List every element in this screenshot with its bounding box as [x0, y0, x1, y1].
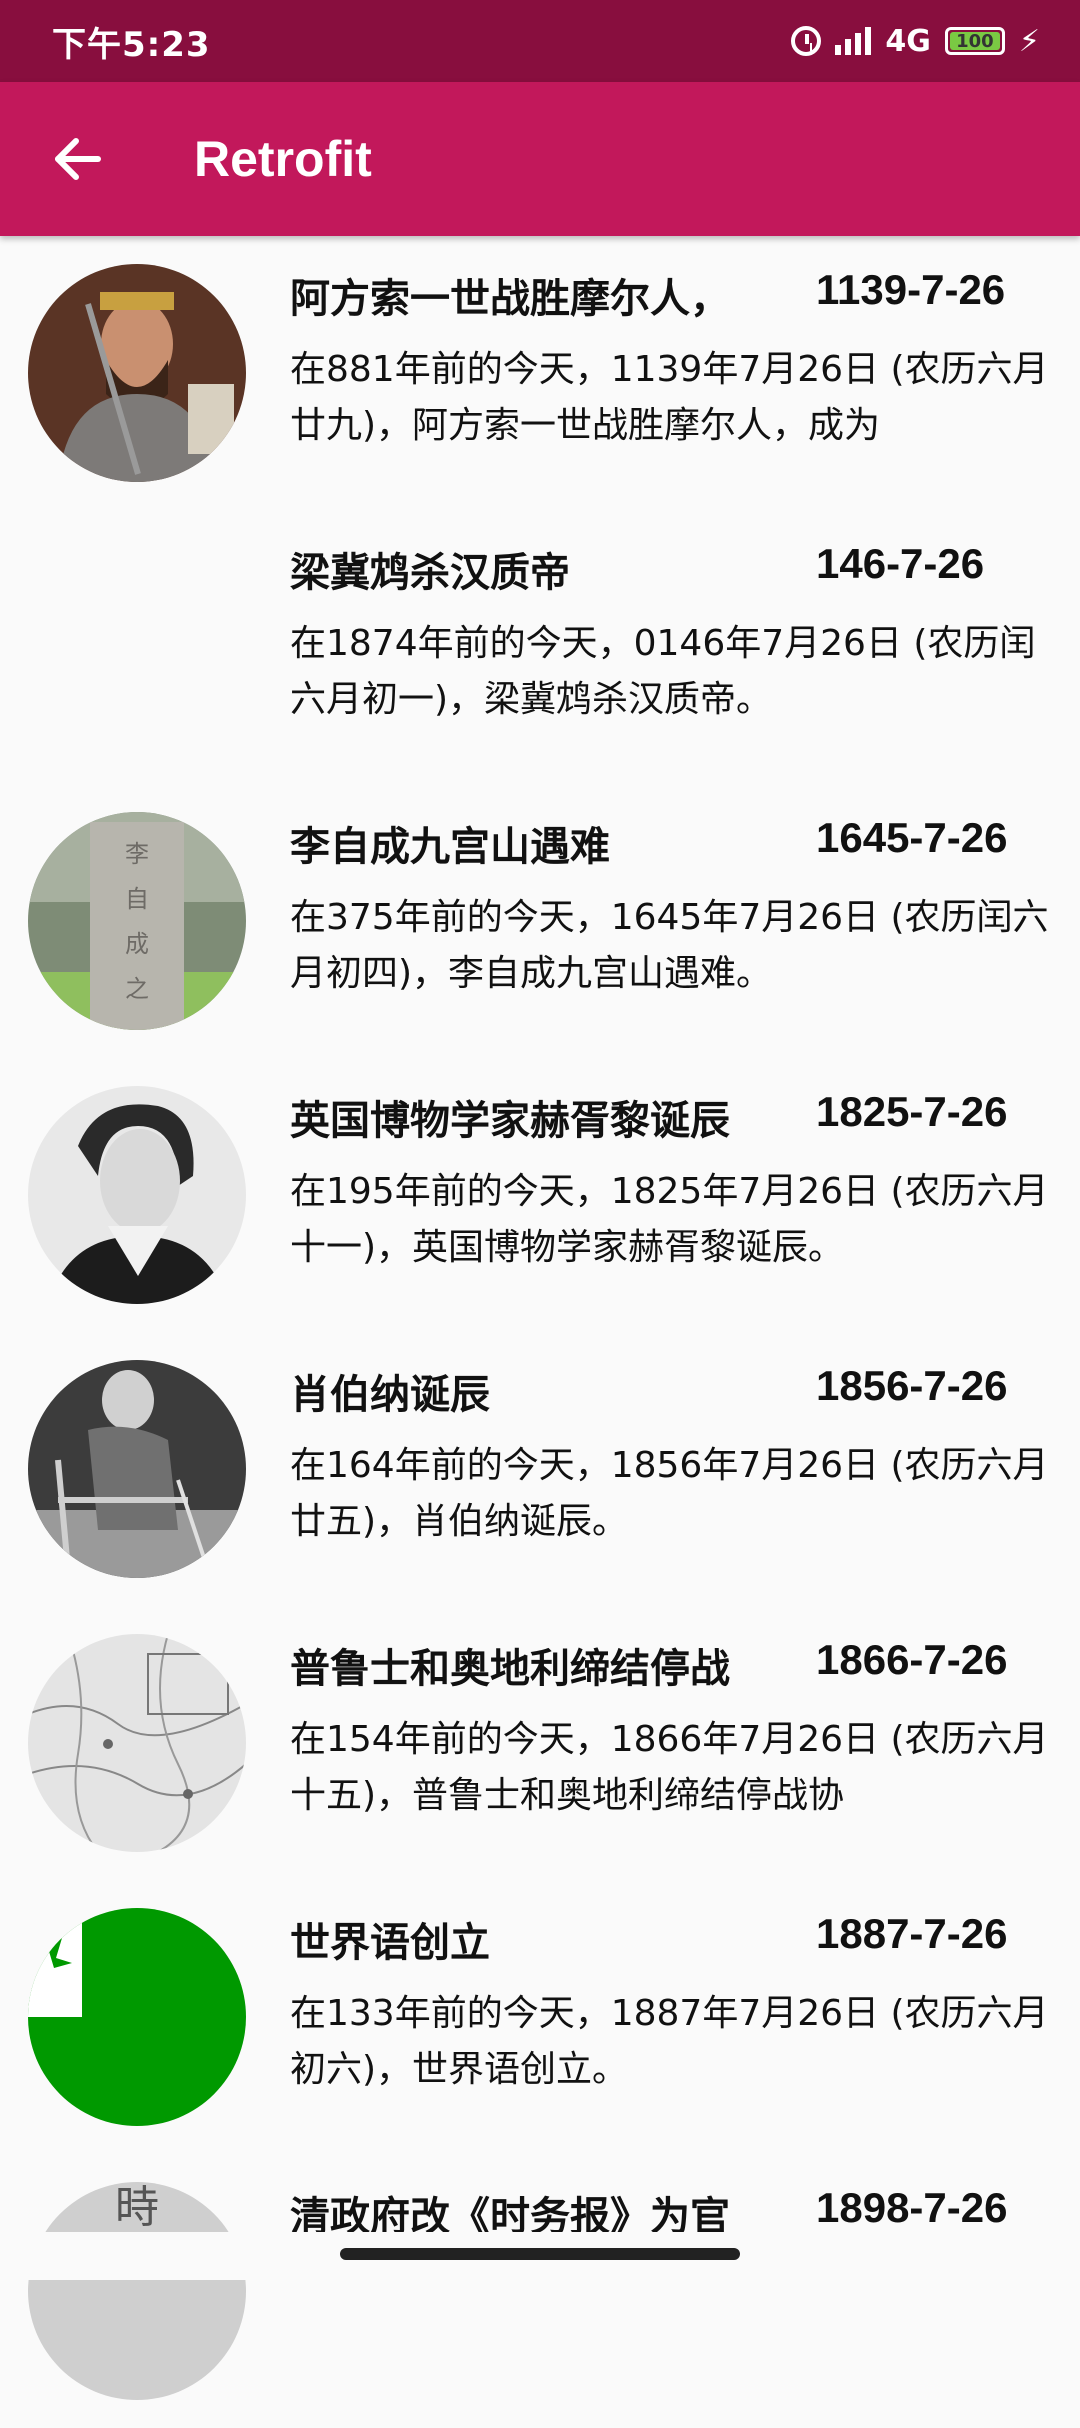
armored-king-portrait [28, 264, 246, 482]
item-date: 1856-7-26 [816, 1362, 1008, 1409]
alarm-icon [791, 26, 822, 56]
svg-text:李: 李 [125, 840, 149, 868]
list-item[interactable]: 李 自 成 之 李自成九宫山遇难 1645-7-26 在375年前的今天，164… [0, 784, 1080, 1058]
list-item[interactable]: 世界语创立 1887-7-26 在133年前的今天，1887年7月26日 (农历… [0, 1880, 1080, 2154]
item-date: 1645-7-26 [816, 814, 1008, 861]
item-description: 在375年前的今天，1645年7月26日 (农历闰六月初四)，李自成九宫山遇难。 [290, 897, 1049, 994]
list-item[interactable]: 英国博物学家赫胥黎诞辰 1825-7-26 在195年前的今天，1825年7月2… [0, 1058, 1080, 1332]
page-title: Retrofit [194, 131, 372, 187]
battery-level: 100 [956, 30, 994, 52]
item-description: 在195年前的今天，1825年7月26日 (农历六月十一)，英国博物学家赫胥黎诞… [290, 1171, 1049, 1268]
signal-icon [835, 27, 872, 55]
old-map [28, 1634, 246, 1852]
battery-icon: 100 [944, 27, 1005, 55]
history-list: 阿方索一世战胜摩尔人， 1139-7-26 在881年前的今天，1139年7月2… [0, 236, 1080, 2428]
svg-text:自: 自 [125, 885, 149, 913]
list-item[interactable]: 肖伯纳诞辰 1856-7-26 在164年前的今天，1856年7月26日 (农历… [0, 1332, 1080, 1606]
item-description: 在133年前的今天，1887年7月26日 (农历六月初六)，世界语创立。 [290, 1993, 1049, 2090]
item-description: 在154年前的今天，1866年7月26日 (农历六月十五)，普鲁士和奥地利缔结停… [290, 1719, 1049, 1816]
network-type: 4G [885, 23, 931, 59]
arrow-left-icon[interactable] [48, 129, 108, 189]
status-icons: 4G 100 ⚡ [791, 24, 1040, 59]
charging-bolt-icon: ⚡ [1018, 23, 1040, 59]
item-date: 1139-7-26 [816, 266, 1006, 313]
svg-text:成: 成 [125, 930, 149, 958]
item-date: 1898-7-26 [816, 2184, 1008, 2231]
item-description: 在881年前的今天，1139年7月26日 (农历六月廿九)，阿方索一世战胜摩尔人… [290, 349, 1049, 446]
svg-text:之: 之 [125, 975, 149, 1003]
item-date: 1866-7-26 [816, 1636, 1008, 1683]
seated-man-photo [28, 1360, 246, 1578]
item-description: 在164年前的今天，1856年7月26日 (农历六月廿五)，肖伯纳诞辰。 [290, 1445, 1049, 1542]
item-title: 英国博物学家赫胥黎诞辰 [290, 1098, 730, 1144]
item-date: 1887-7-26 [816, 1910, 1008, 1957]
item-description: 在1874年前的今天，0146年7月26日 (农历闰六月初一)，梁冀鸩杀汉质帝。 [290, 623, 1036, 720]
item-date: 1825-7-26 [816, 1088, 1008, 1135]
item-date: 146-7-26 [816, 540, 985, 587]
list-item[interactable]: 阿方索一世战胜摩尔人， 1139-7-26 在881年前的今天，1139年7月2… [0, 236, 1080, 510]
list-item[interactable]: 普鲁士和奥地利缔结停战 1866-7-26 在154年前的今天，1866年7月2… [0, 1606, 1080, 1880]
list-item[interactable]: 梁冀鸩杀汉质帝 146-7-26 在1874年前的今天，0146年7月26日 (… [0, 510, 1080, 784]
status-bar: 下午5:23 4G 100 ⚡ [0, 0, 1080, 82]
item-title: 世界语创立 [290, 1920, 490, 1966]
esperanto-flag [28, 1908, 246, 2126]
bw-portrait [28, 1086, 246, 1304]
app-bar: Retrofit [0, 82, 1080, 236]
item-title: 阿方索一世战胜摩尔人， [290, 276, 730, 322]
status-time: 下午5:23 [52, 24, 211, 65]
gesture-handle[interactable] [340, 2248, 740, 2260]
svg-text:時: 時 [115, 2182, 159, 2233]
newspaper-scan: 時 [28, 2182, 246, 2400]
item-title: 李自成九宫山遇难 [290, 824, 610, 870]
item-title: 肖伯纳诞辰 [290, 1372, 490, 1418]
stone-tablet-photo: 李 自 成 之 [28, 812, 246, 1030]
item-title: 梁冀鸩杀汉质帝 [290, 550, 570, 596]
list-item[interactable]: 時 清政府改《时务报》为官 1898-7-26 [0, 2154, 1080, 2428]
item-title: 普鲁士和奥地利缔结停战 [290, 1646, 730, 1692]
